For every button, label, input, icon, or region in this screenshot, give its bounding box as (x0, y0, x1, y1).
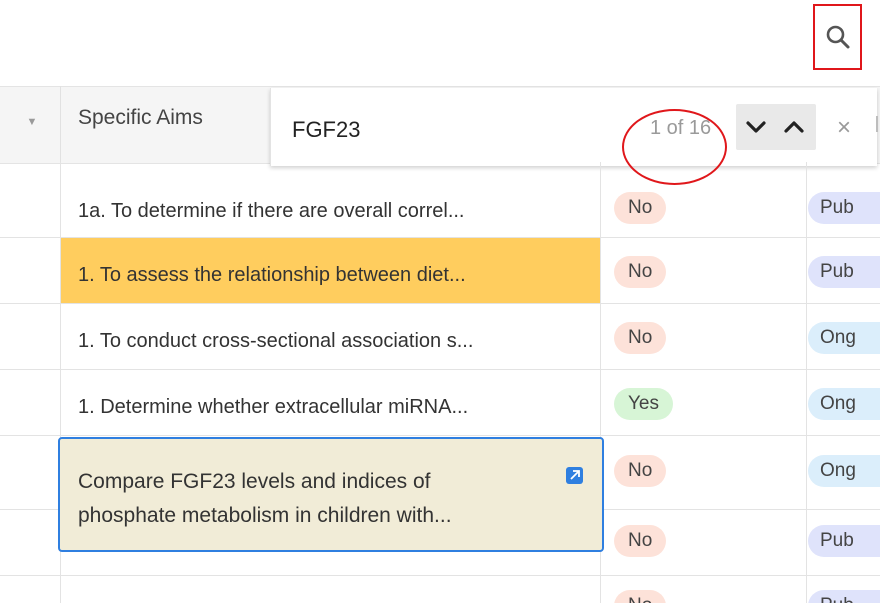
row-divider (0, 303, 880, 304)
expand-icon[interactable] (566, 467, 583, 484)
expand-arrow-icon (570, 470, 580, 480)
flag-badge[interactable]: No (614, 322, 667, 354)
column-header-specific-aims[interactable]: Specific Aims (78, 106, 203, 130)
grid-line (806, 162, 807, 603)
table-cell-aim[interactable]: 1. To assess the relationship between di… (78, 263, 466, 287)
status-badge[interactable]: Ong (808, 455, 880, 487)
flag-badge[interactable]: No (614, 525, 667, 557)
row-divider (0, 575, 880, 576)
header-divider (60, 86, 61, 162)
status-badge[interactable]: Pub (808, 590, 880, 603)
status-badge[interactable]: Ong (808, 322, 880, 354)
flag-badge[interactable]: No (614, 256, 667, 288)
editor-text[interactable]: Compare FGF23 levels and indices of phos… (78, 465, 518, 533)
flag-badge[interactable]: No (614, 192, 667, 224)
status-badge[interactable]: Pub (808, 256, 880, 288)
previous-match-button[interactable] (776, 108, 812, 146)
close-icon: × (836, 114, 851, 141)
row-divider (0, 369, 880, 370)
table-cell-aim[interactable]: 1. Determine whether extracellular miRNA… (78, 395, 468, 419)
chevron-up-icon (784, 121, 804, 133)
table-cell-aim[interactable]: 1a. To determine if there are overall co… (78, 199, 464, 223)
status-badge[interactable]: Pub (808, 192, 880, 224)
panel-edge (876, 116, 878, 132)
flag-badge[interactable]: No (614, 590, 667, 603)
match-count: 1 of 16 (650, 117, 712, 139)
search-icon (826, 25, 849, 49)
row-divider (0, 435, 880, 436)
close-search-button[interactable]: × (830, 110, 858, 146)
chevron-down-icon (746, 121, 766, 133)
table-row-partial: No Pub (0, 578, 880, 603)
status-badge[interactable]: Pub (808, 525, 880, 557)
status-badge[interactable]: Ong (808, 388, 880, 420)
search-button[interactable] (813, 4, 862, 70)
caret-down-icon[interactable]: ▼ (22, 112, 42, 132)
flag-badge[interactable]: No (614, 455, 667, 487)
search-input[interactable] (292, 112, 592, 148)
flag-badge[interactable]: Yes (614, 388, 673, 420)
next-match-button[interactable] (738, 108, 774, 146)
table-cell-aim[interactable]: 1. To conduct cross-sectional associatio… (78, 329, 473, 353)
